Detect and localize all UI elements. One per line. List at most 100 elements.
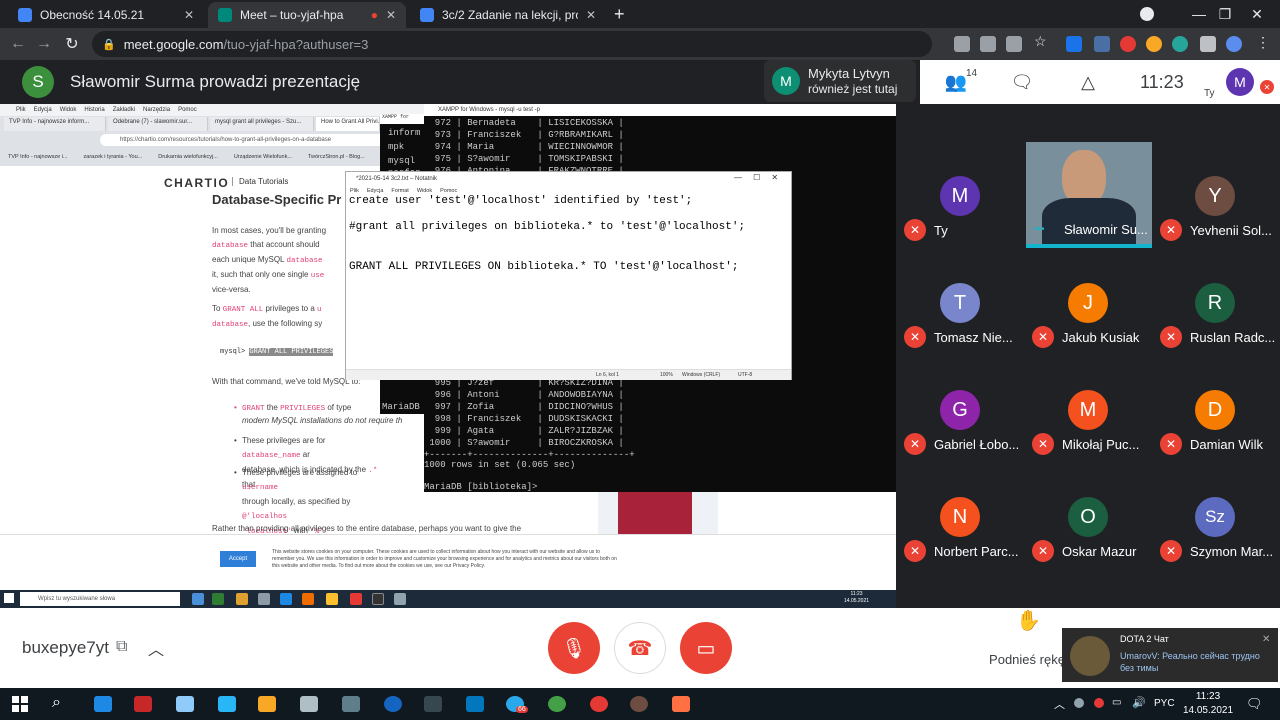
- opera-icon[interactable]: [590, 696, 608, 712]
- participant-name: Tomasz Nie...: [934, 330, 1013, 345]
- close-icon[interactable]: ✕: [1262, 634, 1270, 645]
- tab-zadanie[interactable]: 3c/2 Zadanie na lekcji, proszę od ✕: [410, 2, 606, 28]
- notepad-window-controls: — ☐ ✕: [734, 173, 779, 182]
- app-icon[interactable]: [300, 696, 318, 712]
- reload-icon[interactable]: ↻: [60, 32, 84, 56]
- extension-icon[interactable]: [1094, 36, 1110, 52]
- back-icon[interactable]: ←: [6, 32, 30, 56]
- chat-toast[interactable]: DOTA 2 Чат UmarovV: Реально сейчас трудн…: [1062, 628, 1278, 682]
- tray-chevron-icon[interactable]: ︿: [1054, 696, 1065, 712]
- tray-icon[interactable]: [1074, 698, 1084, 708]
- raise-hand-label[interactable]: Podnieś rękę: [982, 652, 1072, 667]
- volume-icon[interactable]: 🔊: [1132, 696, 1146, 709]
- forward-icon[interactable]: →: [32, 32, 56, 56]
- steam-icon[interactable]: [424, 696, 442, 712]
- paragraph: In most cases, you'll be granting databa…: [212, 226, 327, 294]
- app-icon[interactable]: [134, 696, 152, 712]
- self-label: Ty: [1204, 88, 1215, 99]
- notepad-line: #grant all privileges on biblioteka.* to…: [349, 221, 746, 233]
- mic-off-icon: 🎙: [561, 637, 587, 660]
- browser-tab-strip: Obecność 14.05.21 ✕ Meet – tuo-yjaf-hpa …: [0, 0, 1280, 28]
- puzzle-icon[interactable]: [1200, 36, 1216, 52]
- self-avatar: M: [1226, 68, 1254, 96]
- participant-avatar: J: [1068, 283, 1108, 323]
- extension-icon[interactable]: [1146, 36, 1162, 52]
- camera-off-icon: ▭: [696, 637, 716, 660]
- extension-icon[interactable]: [1172, 36, 1188, 52]
- notepad-line: GRANT ALL PRIVILEGES ON biblioteka.* TO …: [349, 261, 739, 273]
- mic-off-icon: ✕: [904, 540, 926, 562]
- participant-avatar: M: [940, 176, 980, 216]
- close-window-icon[interactable]: ✕: [1234, 0, 1280, 28]
- close-icon[interactable]: ✕: [586, 8, 596, 22]
- system-clock[interactable]: 11:23 14.05.2021: [1180, 690, 1236, 718]
- app-icon[interactable]: [342, 696, 360, 712]
- profile-avatar[interactable]: [1226, 36, 1242, 52]
- language-indicator[interactable]: PYC: [1154, 698, 1175, 709]
- menu-kebab-icon[interactable]: ⋮: [1256, 34, 1270, 51]
- star-icon[interactable]: ☆: [1034, 33, 1050, 49]
- zoom-icon[interactable]: [1006, 36, 1022, 52]
- shared-taskbar: Wpisz tu wyszukiwane słowa 11:23 14.05.20…: [0, 590, 896, 608]
- copy-link-icon[interactable]: ⧉: [116, 638, 127, 656]
- network-icon[interactable]: ▭: [1112, 697, 1121, 708]
- mail-icon[interactable]: [94, 696, 112, 712]
- camera-icon[interactable]: [954, 36, 970, 52]
- people-icon[interactable]: 👥: [944, 72, 968, 92]
- mic-off-icon: ✕: [1032, 540, 1054, 562]
- close-icon[interactable]: ✕: [184, 8, 194, 22]
- address-bar[interactable]: 🔒 meet.google.com/tuo-yjaf-hpa?authuser=…: [92, 31, 932, 57]
- browser-toolbar: ← → ↻ 🔒 meet.google.com/tuo-yjaf-hpa?aut…: [0, 28, 1280, 60]
- close-icon[interactable]: ✕: [386, 8, 396, 22]
- notification-badge: 66: [516, 706, 528, 713]
- joined-name: Mykyta Lytvyn: [808, 66, 890, 81]
- extension-new-icon[interactable]: [1066, 36, 1082, 52]
- participant-avatar: R: [1195, 283, 1235, 323]
- tab-obecnosc[interactable]: Obecność 14.05.21 ✕: [8, 2, 204, 28]
- raise-hand-icon[interactable]: ✋: [1016, 608, 1041, 633]
- mic-off-icon: ✕: [904, 219, 926, 241]
- tray-icon[interactable]: [1094, 698, 1104, 708]
- toast-title: DOTA 2 Чат: [1120, 634, 1169, 644]
- tab-meet[interactable]: Meet – tuo-yjaf-hpa ● ✕: [208, 2, 406, 28]
- meet-icon: [218, 8, 232, 22]
- windows-start-icon[interactable]: [12, 696, 28, 712]
- paragraph: To GRANT ALL privileges to a u database,…: [212, 304, 323, 329]
- joined-status: również jest tutaj: [808, 82, 898, 96]
- activities-icon[interactable]: △: [1076, 72, 1100, 92]
- app-icon[interactable]: [384, 696, 402, 712]
- camera-toggle-button[interactable]: ▭: [680, 622, 732, 674]
- participant-name: Sławomir Su...: [1064, 222, 1148, 237]
- participant-name: Oskar Mazur: [1062, 544, 1137, 559]
- recording-dot-icon: ●: [370, 8, 378, 22]
- code-sample: mysql> GRANT ALL PRIVILEGES: [220, 348, 334, 356]
- book-image: [598, 492, 718, 534]
- media-control-icon[interactable]: [1140, 7, 1154, 21]
- translate-icon[interactable]: [980, 36, 996, 52]
- extension-icon[interactable]: [1120, 36, 1136, 52]
- windows-taskbar: ⌕ 66 ︿ ▭ 🔊 PYC 11:23 14.05.2021 🗨: [0, 688, 1280, 720]
- presenter-avatar: S: [22, 66, 54, 98]
- app-icon[interactable]: [218, 696, 236, 712]
- mic-toggle-button[interactable]: 🎙: [548, 622, 600, 674]
- new-tab-button[interactable]: +: [614, 4, 625, 25]
- paragraph: Rather than providing all privileges to …: [212, 524, 522, 533]
- app-icon[interactable]: [672, 696, 690, 712]
- app-icon[interactable]: [466, 696, 484, 712]
- presenter-video-tile[interactable]: ••• Sławomir Su...: [1026, 142, 1152, 248]
- clock: 11:23: [1140, 72, 1184, 92]
- mic-off-icon: ✕: [1160, 540, 1182, 562]
- chevron-up-icon[interactable]: ︿: [148, 636, 164, 660]
- cookie-banner: Accept This website stores cookies on yo…: [0, 534, 896, 580]
- chrome-icon[interactable]: [548, 696, 566, 712]
- mic-off-icon: ✕: [1160, 219, 1182, 241]
- notifications-icon[interactable]: 🗨: [1246, 696, 1263, 712]
- leave-call-button[interactable]: ☎: [614, 622, 666, 674]
- app-icon[interactable]: [176, 696, 194, 712]
- mic-off-icon: ✕: [904, 433, 926, 455]
- logo-subtitle: Data Tutorials: [232, 177, 288, 186]
- search-icon[interactable]: ⌕: [52, 694, 61, 712]
- app-icon[interactable]: [630, 696, 648, 712]
- sublime-icon[interactable]: [258, 696, 276, 712]
- chat-icon[interactable]: 🗨: [1010, 72, 1034, 92]
